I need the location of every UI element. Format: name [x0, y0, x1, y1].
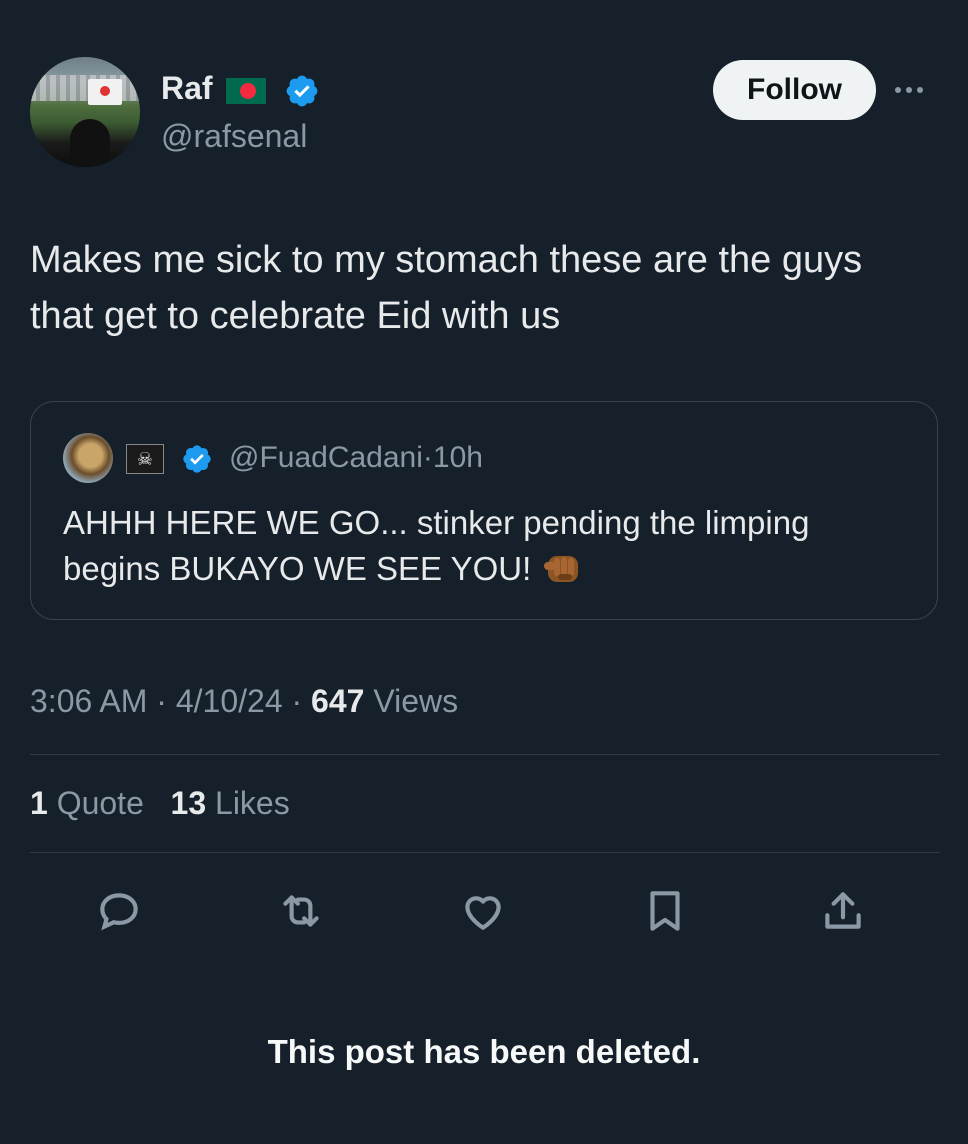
bookmark-button[interactable]: [640, 886, 690, 936]
reply-icon: [100, 893, 138, 931]
separator: ·: [422, 441, 433, 474]
deleted-post-notice: This post has been deleted.: [267, 1033, 701, 1070]
views-count: 647: [311, 683, 365, 719]
tweet-time[interactable]: 3:06 AM: [30, 683, 147, 719]
bookmark-icon: [650, 891, 680, 931]
bangladesh-flag-icon: [226, 78, 266, 104]
share-button[interactable]: [818, 886, 868, 936]
avatar-person: [70, 119, 110, 167]
separator: ·: [291, 683, 303, 719]
like-button[interactable]: [458, 886, 508, 936]
dot: [906, 87, 912, 93]
like-icon: [465, 896, 501, 930]
verified-badge-icon: [286, 75, 318, 107]
quotes-count: 1: [30, 785, 48, 821]
author-handle[interactable]: @rafsenal: [161, 118, 307, 155]
divider: [30, 754, 940, 755]
reply-button[interactable]: [94, 886, 144, 936]
quoted-time: 10h: [432, 441, 483, 474]
divider: [30, 852, 940, 853]
tweet-meta: 3:06 AM · 4/10/24 · 647 Views: [30, 683, 458, 720]
follow-button[interactable]: Follow: [713, 60, 876, 120]
author-display-name[interactable]: Raf: [161, 70, 213, 107]
tweet-text: Makes me sick to my stomach these are th…: [30, 239, 863, 337]
pointing-fist-emoji: [544, 556, 579, 582]
more-options-icon[interactable]: [895, 80, 935, 100]
retweet-icon: [283, 895, 319, 927]
retweet-button[interactable]: [276, 886, 326, 936]
likes-label: Likes: [215, 785, 290, 821]
quotes-stat[interactable]: 1 Quote: [30, 785, 144, 821]
quotes-label: Quote: [56, 785, 144, 821]
engagement-stats: 1 Quote 13 Likes: [30, 785, 290, 822]
views-label: Views: [373, 683, 459, 719]
avatar-flag: [88, 79, 122, 105]
share-icon: [825, 892, 861, 929]
separator: ·: [156, 683, 167, 719]
tweet-date[interactable]: 4/10/24: [176, 683, 283, 719]
quoted-tweet-meta: @FuadCadani·10h: [229, 441, 483, 475]
pirate-flag-icon: ☠: [126, 444, 164, 474]
verified-badge-icon: [183, 445, 211, 473]
author-avatar[interactable]: [30, 57, 140, 167]
likes-count: 13: [170, 785, 207, 821]
quoted-tweet-text: AHHH HERE WE GO... stinker pending the l…: [63, 500, 913, 592]
quoted-handle[interactable]: @FuadCadani: [229, 441, 423, 474]
dot: [895, 87, 901, 93]
dot: [917, 87, 923, 93]
quoted-tweet-body: AHHH HERE WE GO... stinker pending the l…: [63, 504, 810, 587]
likes-stat[interactable]: 13 Likes: [171, 785, 290, 821]
stadium-stand: [30, 75, 140, 101]
quoted-author-avatar: [63, 433, 113, 483]
